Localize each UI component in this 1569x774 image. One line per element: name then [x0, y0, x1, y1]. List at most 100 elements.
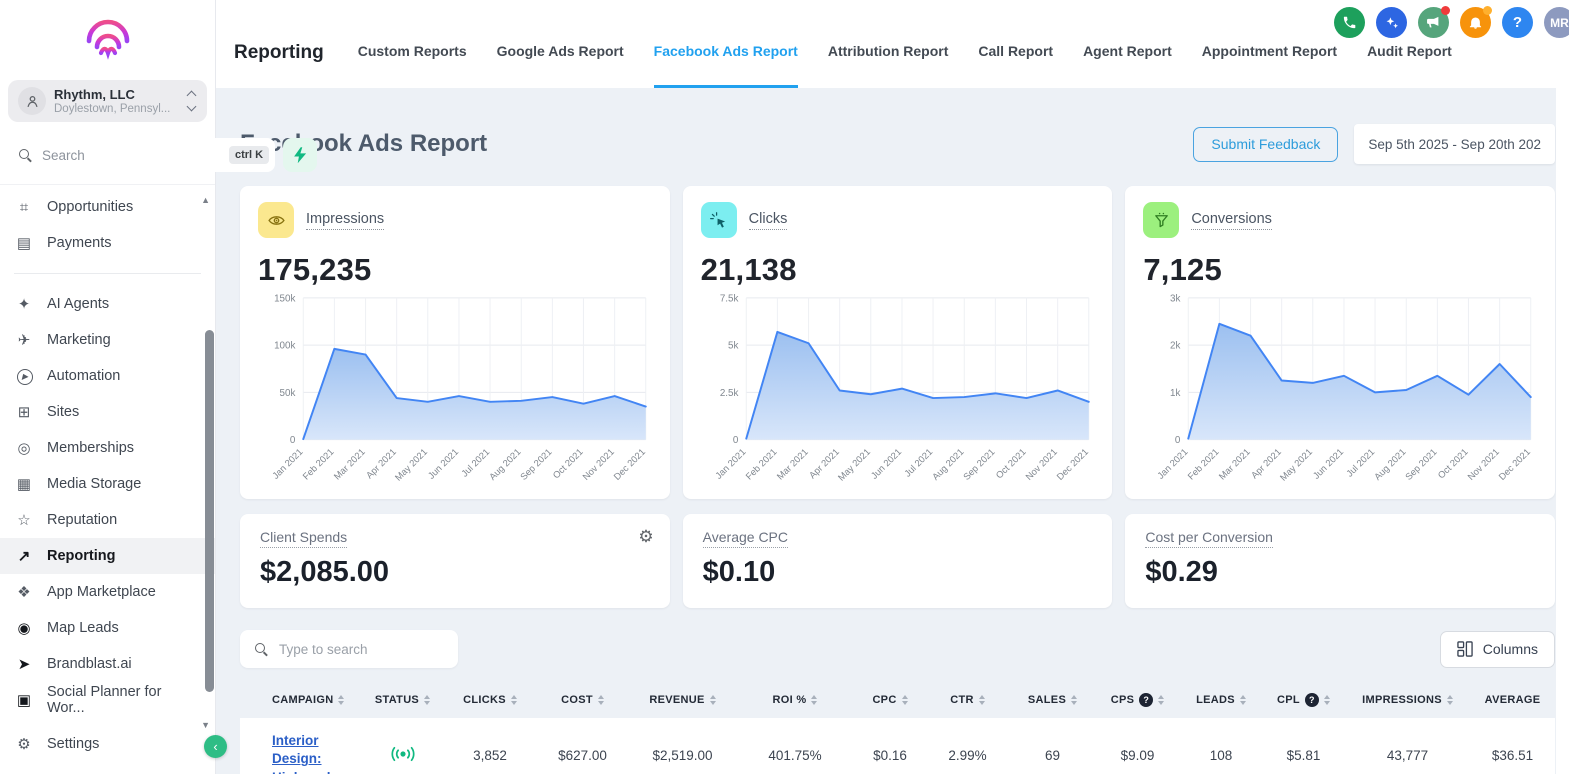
column-header-cost[interactable]: COST [535, 682, 630, 718]
campaign-link[interactable]: Interior Design: High-end [272, 724, 350, 774]
clicks-value: 21,138 [701, 252, 1095, 288]
date-range-picker[interactable]: Sep 5th 2025 - Sep 20th 202 [1354, 124, 1555, 164]
column-header-revenue[interactable]: REVENUE [630, 682, 735, 718]
sidebar-item-marketing[interactable]: ✈ Marketing [0, 322, 215, 358]
sort-icon[interactable] [1447, 695, 1453, 705]
column-header-cpl[interactable]: CPL ? [1262, 682, 1345, 718]
search-input[interactable] [40, 147, 221, 164]
sort-icon[interactable] [1324, 695, 1330, 705]
help-icon[interactable]: ? [1305, 693, 1319, 707]
sidebar-item-memberships[interactable]: ◎ Memberships [0, 430, 215, 466]
status-cell [360, 745, 445, 766]
sort-icon[interactable] [338, 695, 344, 705]
svg-text:3k: 3k [1170, 293, 1180, 304]
social-planner-icon: ▣ [14, 693, 34, 708]
sidebar-item-app-marketplace[interactable]: ❖ App Marketplace [0, 574, 215, 610]
sidebar-item-automation[interactable]: ▶ Automation [0, 358, 215, 394]
notifications-button[interactable] [1460, 7, 1491, 38]
tab-attribution-report[interactable]: Attribution Report [828, 43, 949, 88]
column-header-cps[interactable]: CPS ? [1095, 682, 1180, 718]
column-header-ctr[interactable]: CTR [925, 682, 1010, 718]
tab-custom-reports[interactable]: Custom Reports [358, 43, 467, 88]
tab-facebook-ads-report[interactable]: Facebook Ads Report [654, 43, 798, 88]
column-header-clicks[interactable]: CLICKS [445, 682, 535, 718]
svg-text:Mar 2021: Mar 2021 [1217, 447, 1252, 482]
brandblast-icon: ➤ [14, 657, 34, 672]
table-search[interactable] [240, 630, 458, 668]
help-button[interactable]: ? [1502, 7, 1533, 38]
svg-text:Jan 2021: Jan 2021 [713, 447, 747, 481]
sidebar-search[interactable]: ctrl K [10, 138, 275, 172]
sort-icon[interactable] [1158, 695, 1164, 705]
content-scrollbar-track[interactable] [1556, 88, 1569, 774]
column-header-cpc[interactable]: CPC [855, 682, 925, 718]
columns-button[interactable]: Columns [1440, 631, 1555, 668]
campaign-cell: Interior Design: High-end [240, 724, 360, 774]
company-expand-icon[interactable] [188, 92, 197, 110]
sort-icon[interactable] [424, 695, 430, 705]
column-header-impressions[interactable]: IMPRESSIONS [1345, 682, 1470, 718]
sort-icon[interactable] [511, 695, 517, 705]
sidebar-item-payments[interactable]: ▤ Payments [0, 225, 215, 261]
ctr-cell: 2.99% [925, 748, 1010, 763]
column-header-sales[interactable]: SALES [1010, 682, 1095, 718]
sort-icon[interactable] [710, 695, 716, 705]
tab-agent-report[interactable]: Agent Report [1083, 43, 1172, 88]
conversions-label[interactable]: Conversions [1191, 211, 1272, 230]
scroll-up-icon[interactable]: ▲ [201, 195, 210, 205]
sort-icon[interactable] [598, 695, 604, 705]
clicks-cell: 3,852 [445, 748, 535, 763]
tab-google-ads-report[interactable]: Google Ads Report [497, 43, 624, 88]
payments-icon: ▤ [14, 236, 34, 251]
column-header-campaign[interactable]: CAMPAIGN [240, 682, 360, 718]
submit-feedback-button[interactable]: Submit Feedback [1193, 127, 1338, 162]
tab-appointment-report[interactable]: Appointment Report [1202, 43, 1337, 88]
sort-icon[interactable] [1071, 695, 1077, 705]
app-marketplace-icon: ❖ [14, 585, 34, 600]
column-header-roi[interactable]: ROI % [735, 682, 855, 718]
column-header-average[interactable]: AVERAGE [1470, 682, 1555, 718]
table-search-input[interactable] [277, 641, 448, 658]
sidebar-item-media-storage[interactable]: ▦ Media Storage [0, 466, 215, 502]
impressions-label[interactable]: Impressions [306, 211, 384, 230]
sidebar-collapse-button[interactable]: ‹ [204, 735, 227, 758]
quick-actions-button[interactable] [283, 138, 317, 172]
sidebar-item-brandblast[interactable]: ➤ Brandblast.ai [0, 646, 215, 682]
cost-per-conversion-label[interactable]: Cost per Conversion [1145, 529, 1273, 548]
phone-button[interactable] [1334, 7, 1365, 38]
clicks-label[interactable]: Clicks [749, 211, 788, 230]
column-header-status[interactable]: STATUS [360, 682, 445, 718]
svg-text:0: 0 [733, 435, 739, 446]
cps-cell: $9.09 [1095, 748, 1180, 763]
help-icon[interactable]: ? [1139, 693, 1153, 707]
client-spends-label[interactable]: Client Spends [260, 529, 347, 548]
sort-icon[interactable] [811, 695, 817, 705]
tab-audit-report[interactable]: Audit Report [1367, 43, 1452, 88]
column-header-leads[interactable]: LEADS [1180, 682, 1262, 718]
cost-per-conversion-value: $0.29 [1145, 556, 1535, 589]
sidebar-item-social-planner[interactable]: ▣ Social Planner for Wor... [0, 682, 215, 718]
user-avatar[interactable]: MR [1544, 7, 1569, 38]
announcements-button[interactable] [1418, 7, 1449, 38]
sidebar-item-reputation[interactable]: ☆ Reputation [0, 502, 215, 538]
cpl-cell: $5.81 [1262, 748, 1345, 763]
average-cell: $36.51 [1470, 748, 1555, 763]
sidebar-item-map-leads[interactable]: ◉ Map Leads [0, 610, 215, 646]
sidebar-item-reporting[interactable]: ↗ Reporting [0, 538, 215, 574]
gear-icon[interactable]: ⚙ [638, 527, 653, 547]
sort-icon[interactable] [979, 695, 985, 705]
average-cpc-label[interactable]: Average CPC [703, 529, 788, 548]
tab-call-report[interactable]: Call Report [978, 43, 1053, 88]
sidebar-item-ai-agents[interactable]: ✦ AI Agents [0, 286, 215, 322]
sidebar-item-opportunities[interactable]: ⌗ Opportunities [0, 189, 215, 225]
conversions-value: 7,125 [1143, 252, 1537, 288]
sidebar-scrollbar[interactable] [205, 330, 214, 692]
sidebar-item-sites[interactable]: ⊞ Sites [0, 394, 215, 430]
cpc-cell: $0.16 [855, 748, 925, 763]
sidebar-search-row: ctrl K [0, 132, 215, 185]
sort-icon[interactable] [1240, 695, 1246, 705]
sort-icon[interactable] [902, 695, 908, 705]
ai-assistant-button[interactable] [1376, 7, 1407, 38]
company-selector[interactable]: Rhythm, LLC Doylestown, Pennsyl... [8, 80, 207, 122]
sidebar-item-settings[interactable]: ⚙ Settings [0, 726, 215, 762]
